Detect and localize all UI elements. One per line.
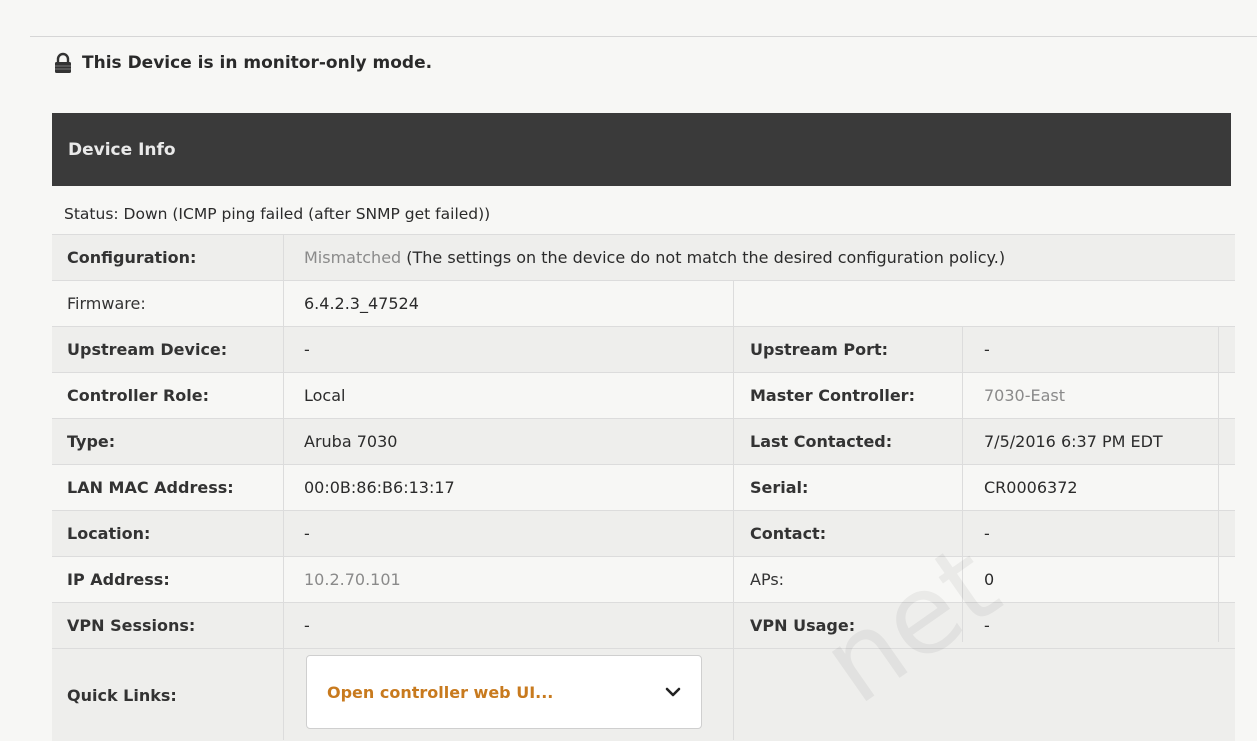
quick-links-dropdown[interactable]: Open controller web UI... — [306, 655, 702, 729]
column-divider — [733, 280, 734, 740]
serial-value: CR0006372 — [984, 478, 1078, 497]
lock-icon — [55, 52, 71, 73]
configuration-label: Configuration: — [67, 248, 197, 267]
configuration-value: Mismatched (The settings on the device d… — [304, 235, 1234, 281]
upstream-port-label: Upstream Port: — [750, 340, 889, 359]
upstream-device-value: - — [304, 340, 310, 359]
detail-row: Upstream Device: - Upstream Port: - — [52, 326, 1235, 373]
quick-links-selected: Open controller web UI... — [327, 682, 554, 702]
monitor-only-notice: This Device is in monitor-only mode. — [52, 50, 432, 76]
controller-role-label: Controller Role: — [67, 386, 209, 405]
device-info-header: Device Info — [52, 113, 1231, 186]
monitor-only-text: This Device is in monitor-only mode. — [82, 53, 433, 73]
detail-row: IP Address: 10.2.70.101 APs: 0 — [52, 556, 1235, 603]
location-label: Location: — [67, 524, 151, 543]
lan-mac-value: 00:0B:86:B6:13:17 — [304, 478, 455, 497]
firmware-value: 6.4.2.3_47524 — [304, 294, 419, 313]
ip-address-label: IP Address: — [67, 570, 170, 589]
last-contacted-value: 7/5/2016 6:37 PM EDT — [984, 432, 1163, 451]
location-value: - — [304, 524, 310, 543]
serial-label: Serial: — [750, 478, 809, 497]
vpn-usage-value: - — [984, 616, 990, 635]
last-contacted-label: Last Contacted: — [750, 432, 893, 451]
firmware-label: Firmware: — [67, 294, 146, 313]
chevron-down-icon — [665, 687, 681, 697]
configuration-state: Mismatched — [304, 248, 402, 267]
panel-title: Device Info — [68, 139, 176, 160]
lan-mac-label: LAN MAC Address: — [67, 478, 234, 497]
controller-role-value: Local — [304, 386, 346, 405]
configuration-detail: (The settings on the device do not match… — [401, 248, 1006, 267]
detail-row: LAN MAC Address: 00:0B:86:B6:13:17 Seria… — [52, 464, 1235, 511]
aps-value: 0 — [984, 570, 995, 589]
status-line: Status: Down (ICMP ping failed (after SN… — [64, 205, 491, 223]
contact-value: - — [984, 524, 990, 543]
upstream-port-value: - — [984, 340, 990, 359]
vpn-sessions-value: - — [304, 616, 310, 635]
ip-address-link[interactable]: 10.2.70.101 — [304, 557, 724, 603]
detail-row: Type: Aruba 7030 Last Contacted: 7/5/201… — [52, 418, 1235, 465]
detail-row: Controller Role: Local Master Controller… — [52, 372, 1235, 419]
column-divider — [1218, 326, 1219, 642]
type-value: Aruba 7030 — [304, 432, 398, 451]
top-divider — [30, 36, 1257, 37]
type-label: Type: — [67, 432, 116, 451]
column-divider — [283, 234, 284, 740]
master-controller-link[interactable]: 7030-East — [984, 373, 1234, 419]
detail-row: Location: - Contact: - — [52, 510, 1235, 557]
master-controller-label: Master Controller: — [750, 386, 915, 405]
upstream-device-label: Upstream Device: — [67, 340, 228, 359]
firmware-row: Firmware: 6.4.2.3_47524 — [52, 280, 1235, 327]
quick-links-label: Quick Links: — [67, 686, 177, 705]
vpn-sessions-label: VPN Sessions: — [67, 616, 196, 635]
configuration-row: Configuration: Mismatched (The settings … — [52, 234, 1235, 281]
detail-row: VPN Sessions: - VPN Usage: - — [52, 602, 1235, 649]
